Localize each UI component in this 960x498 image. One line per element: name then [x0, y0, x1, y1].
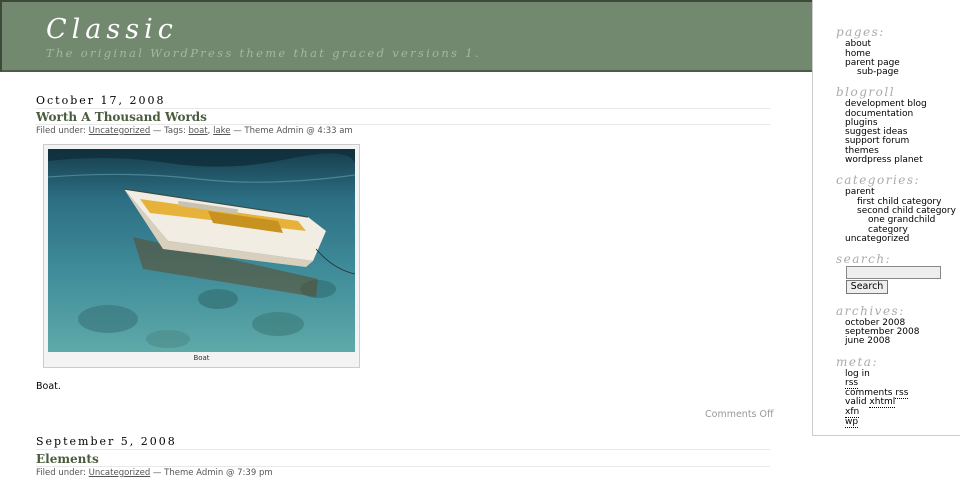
categories-heading: categories:	[836, 173, 921, 187]
meta-link-wp[interactable]: wp	[845, 417, 859, 428]
boat-photo[interactable]	[48, 149, 355, 352]
post-byline: — Theme Admin @ 4:33 am	[230, 126, 353, 136]
xhtml-abbr[interactable]: xhtml	[869, 397, 896, 408]
archive-link[interactable]: june 2008	[845, 336, 890, 346]
page-link-sub[interactable]: sub-page	[857, 67, 899, 77]
image-caption: Boat	[193, 354, 210, 362]
blogroll-heading: blogroll	[836, 85, 896, 99]
tags-label: — Tags:	[150, 126, 189, 136]
meta-heading: meta:	[836, 355, 878, 369]
sidebar: pages: about home parent page sub-page b…	[812, 0, 960, 436]
post-date: September 5, 2008	[36, 435, 770, 450]
meta-link-valid-xhtml[interactable]: valid xhtml	[845, 397, 896, 408]
category-link-grandchild[interactable]: one grandchild	[868, 215, 935, 225]
post-meta: Filed under: Uncategorized — Tags: boat,…	[36, 126, 353, 136]
category-link-parent[interactable]: parent	[845, 187, 875, 197]
post-title-link[interactable]: Worth A Thousand Words	[36, 110, 770, 125]
blogroll-link[interactable]: wordpress planet	[845, 155, 923, 165]
search-input[interactable]	[846, 266, 941, 279]
post-title-link[interactable]: Elements	[36, 452, 770, 467]
blogroll-link[interactable]: development blog	[845, 99, 927, 109]
tag-link-lake[interactable]: lake	[213, 126, 230, 136]
archives-heading: archives:	[836, 304, 905, 318]
tag-link-boat[interactable]: boat	[189, 126, 208, 136]
filed-under-label: Filed under:	[36, 468, 89, 478]
category-link-uncategorized[interactable]: uncategorized	[845, 234, 909, 244]
post-byline: — Theme Admin @ 7:39 pm	[150, 468, 273, 478]
site-title[interactable]: Classic	[46, 14, 178, 45]
rss-abbr[interactable]: rss	[895, 388, 909, 399]
filed-under-label: Filed under:	[36, 126, 89, 136]
site-header: Classic The original WordPress theme tha…	[0, 0, 812, 72]
search-heading: search:	[836, 252, 892, 266]
category-link[interactable]: Uncategorized	[89, 126, 151, 136]
category-link[interactable]: Uncategorized	[89, 468, 151, 478]
blogroll-link[interactable]: support forum	[845, 136, 909, 146]
post-body: Boat.	[36, 381, 61, 392]
post-meta: Filed under: Uncategorized — Theme Admin…	[36, 468, 273, 478]
comments-status: Comments Off	[705, 409, 774, 420]
valid-label: valid	[845, 397, 870, 407]
post-date: October 17, 2008	[36, 94, 770, 109]
pages-heading: pages:	[836, 25, 885, 39]
search-button[interactable]: Search	[846, 280, 888, 294]
image-figure: Boat	[43, 144, 360, 368]
page-link-about[interactable]: about	[845, 39, 871, 49]
site-description: The original WordPress theme that graced…	[46, 46, 481, 60]
